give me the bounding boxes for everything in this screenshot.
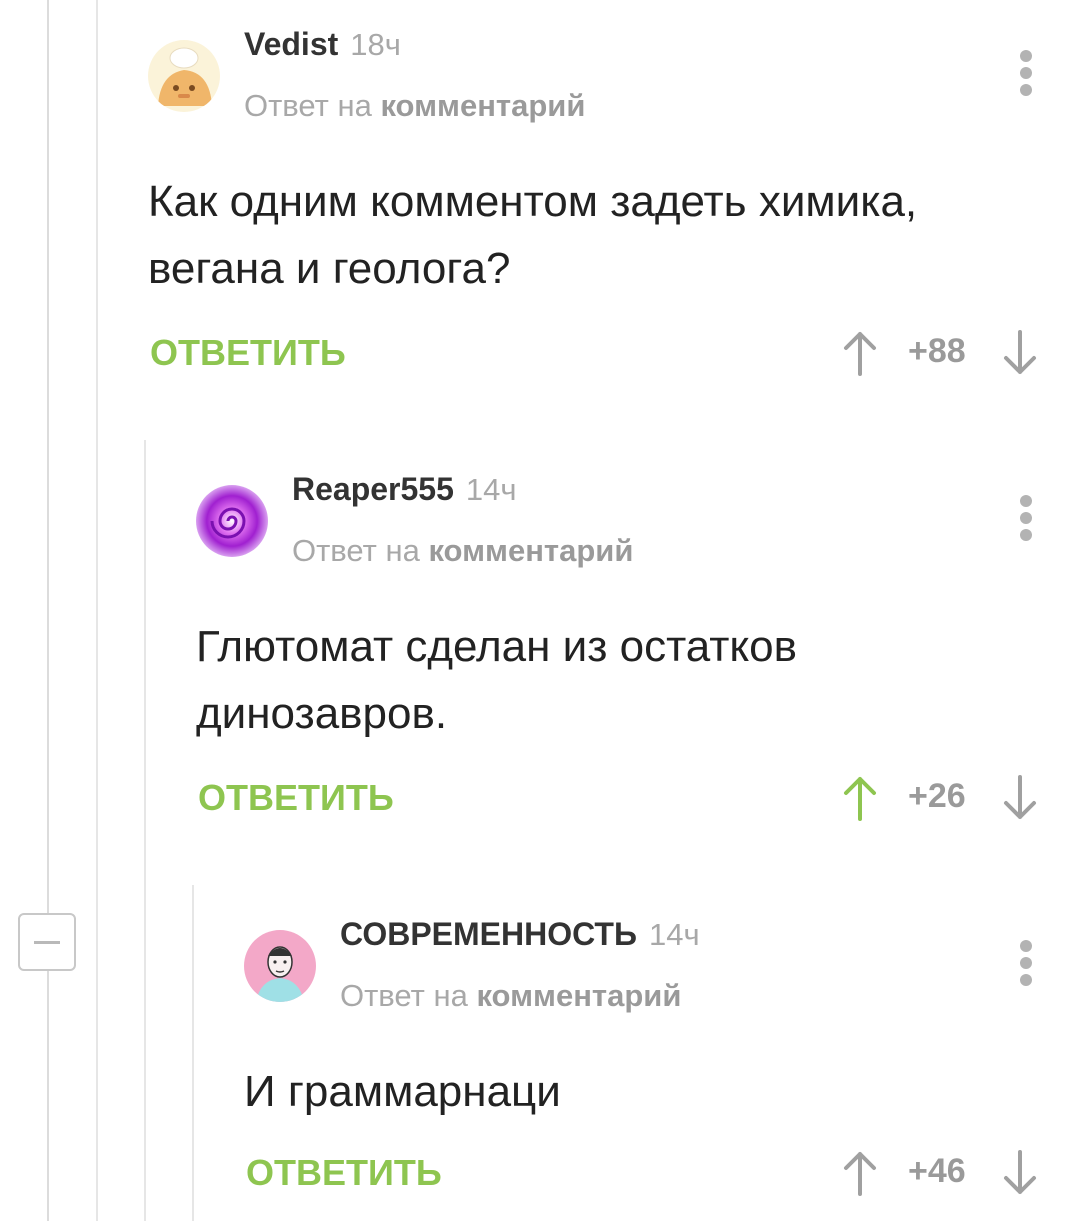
thread-line-level-0: [47, 0, 49, 913]
collapse-thread-button[interactable]: [18, 913, 76, 971]
arrow-down-icon: [1004, 775, 1036, 819]
vote-controls: +26: [840, 773, 1040, 823]
comment-menu-button[interactable]: [1020, 940, 1032, 986]
dot-icon: [1020, 67, 1032, 79]
comment-time: 14ч: [648, 917, 700, 952]
comment-vedist: Vedist 18ч Ответ на комментарий Как одним…: [148, 26, 1080, 400]
reply-to-prefix: Ответ на: [340, 978, 468, 1013]
arrow-up-icon: [844, 332, 876, 376]
reply-button[interactable]: ОТВЕТИТЬ: [198, 777, 394, 819]
comment-text: Глютомат сделан из остатков динозавров.: [196, 622, 798, 738]
dot-icon: [1020, 512, 1032, 524]
comment-author[interactable]: Reaper555 14ч: [292, 471, 517, 508]
reply-button[interactable]: ОТВЕТИТЬ: [150, 332, 346, 374]
comment-author[interactable]: Vedist 18ч: [244, 26, 401, 63]
comment-reaper555: Reaper555 14ч Ответ на комментарий Глютом…: [196, 471, 1080, 845]
avatar[interactable]: [244, 930, 316, 1002]
arrow-up-icon: [844, 777, 876, 821]
comment-text: И граммарнаци: [244, 1067, 561, 1116]
reply-to-link[interactable]: комментарий: [380, 88, 585, 123]
dot-icon: [1020, 974, 1032, 986]
comment-menu-button[interactable]: [1020, 50, 1032, 96]
thread-line-level-1: [144, 440, 146, 1221]
reply-to-info: Ответ на комментарий: [340, 978, 681, 1014]
avatar[interactable]: [196, 485, 268, 557]
avatar-portrait-icon: [244, 930, 316, 1002]
author-name[interactable]: Reaper555: [292, 471, 454, 507]
dot-icon: [1020, 529, 1032, 541]
downvote-button[interactable]: [1000, 1148, 1040, 1198]
vote-score: +88: [908, 332, 966, 370]
thread-line-level-2: [192, 885, 194, 1221]
dot-icon: [1020, 84, 1032, 96]
downvote-button[interactable]: [1000, 328, 1040, 378]
thread-line-level-0b: [96, 0, 98, 1221]
comment-time: 18ч: [350, 27, 401, 62]
thread-line-level-0-lower: [47, 971, 49, 1221]
arrow-up-icon: [844, 1152, 876, 1196]
upvote-button[interactable]: [840, 773, 880, 823]
upvote-button[interactable]: [840, 328, 880, 378]
reply-to-prefix: Ответ на: [244, 88, 372, 123]
reply-to-info: Ответ на комментарий: [244, 88, 585, 124]
vote-score: +26: [908, 777, 966, 815]
comment-menu-button[interactable]: [1020, 495, 1032, 541]
dot-icon: [1020, 495, 1032, 507]
reply-button[interactable]: ОТВЕТИТЬ: [246, 1152, 442, 1194]
reply-to-prefix: Ответ на: [292, 533, 420, 568]
avatar[interactable]: [148, 40, 220, 112]
dot-icon: [1020, 957, 1032, 969]
comment-time: 14ч: [465, 472, 517, 507]
reply-to-link[interactable]: комментарий: [476, 978, 681, 1013]
dot-icon: [1020, 50, 1032, 62]
downvote-button[interactable]: [1000, 773, 1040, 823]
author-name[interactable]: Vedist: [244, 26, 338, 62]
minus-icon: [34, 941, 60, 944]
reply-to-link[interactable]: комментарий: [428, 533, 633, 568]
reply-to-info: Ответ на комментарий: [292, 533, 633, 569]
avatar-chef-icon: [148, 40, 220, 112]
arrow-down-icon: [1004, 330, 1036, 374]
upvote-button[interactable]: [840, 1148, 880, 1198]
vote-controls: +46: [840, 1148, 1040, 1198]
comment-sovremennost: СОВРЕМЕННОСТЬ 14ч Ответ на комментарий И …: [244, 916, 1080, 1221]
dot-icon: [1020, 940, 1032, 952]
comment-text: Как одним комментом задеть химика, веган…: [148, 177, 918, 293]
avatar-swirl-icon: [196, 485, 268, 557]
vote-controls: +88: [840, 328, 1040, 378]
comment-author[interactable]: СОВРЕМЕННОСТЬ 14ч: [340, 916, 700, 953]
author-name[interactable]: СОВРЕМЕННОСТЬ: [340, 916, 637, 952]
arrow-down-icon: [1004, 1150, 1036, 1194]
vote-score: +46: [908, 1152, 966, 1190]
